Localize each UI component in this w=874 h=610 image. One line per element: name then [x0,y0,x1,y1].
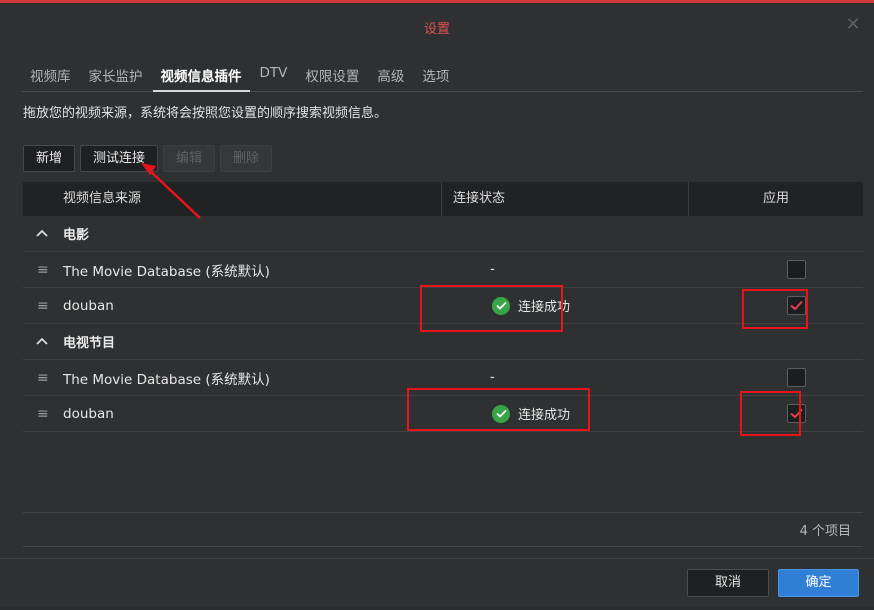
tab-parental-control[interactable]: 家长监护 [81,55,151,92]
group-label: 电视节目 [63,336,116,351]
close-icon[interactable]: ✕ [844,16,862,34]
tab-options[interactable]: 选项 [414,55,457,92]
settings-dialog: 设置 ✕ 视频库 家长监护 视频信息插件 DTV 权限设置 高级 选项 拖放您的… [0,0,874,607]
drag-handle-icon[interactable]: ≡ [23,262,63,278]
tab-permissions[interactable]: 权限设置 [297,55,367,92]
connection-status: - [490,262,495,277]
group-label: 电影 [63,228,90,243]
tab-video-library[interactable]: 视频库 [22,55,79,92]
table-header: 视频信息来源 连接状态 应用 [23,182,863,216]
edit-button[interactable]: 编辑 [163,145,216,172]
group-row-movies[interactable]: 电影 [23,216,863,252]
annotation-box [407,388,590,431]
tab-dtv[interactable]: DTV [252,55,296,92]
apply-checkbox[interactable] [786,368,806,387]
test-connection-button[interactable]: 测试连接 [80,145,159,172]
table-row[interactable]: ≡ The Movie Database (系统默认) - [23,252,863,288]
header-status[interactable]: 连接状态 [442,182,689,216]
divider [23,512,863,513]
annotation-box [742,289,808,329]
source-name: The Movie Database (系统默认) [63,263,270,280]
drag-handle-icon[interactable]: ≡ [23,370,63,386]
tab-video-info-plugin[interactable]: 视频信息插件 [152,55,250,92]
title-bar: 设置 ✕ [0,6,874,48]
source-name: The Movie Database (系统默认) [63,371,270,388]
divider [23,546,863,547]
add-button[interactable]: 新增 [23,145,76,172]
description-text: 拖放您的视频来源，系统将会按照您设置的顺序搜索视频信息。 [23,106,388,121]
cancel-button[interactable]: 取消 [687,569,769,597]
chevron-up-icon[interactable] [23,227,63,240]
ok-button[interactable]: 确定 [778,569,859,597]
tab-advanced[interactable]: 高级 [369,55,412,92]
drag-handle-icon[interactable]: ≡ [23,406,63,422]
dialog-title: 设置 [423,22,450,37]
tab-bar: 视频库 家长监护 视频信息插件 DTV 权限设置 高级 选项 [22,55,863,92]
apply-checkbox[interactable] [786,260,806,279]
drag-handle-icon[interactable]: ≡ [23,298,63,314]
chevron-up-icon[interactable] [23,335,63,348]
connection-status: - [490,370,495,385]
header-apply[interactable]: 应用 [689,182,863,216]
annotation-box [420,285,563,332]
header-source[interactable]: 视频信息来源 [23,182,442,216]
toolbar: 新增 测试连接 编辑 删除 [23,145,273,172]
item-count: 4 个项目 [799,524,851,539]
annotation-box [740,391,801,436]
delete-button[interactable]: 删除 [220,145,273,172]
